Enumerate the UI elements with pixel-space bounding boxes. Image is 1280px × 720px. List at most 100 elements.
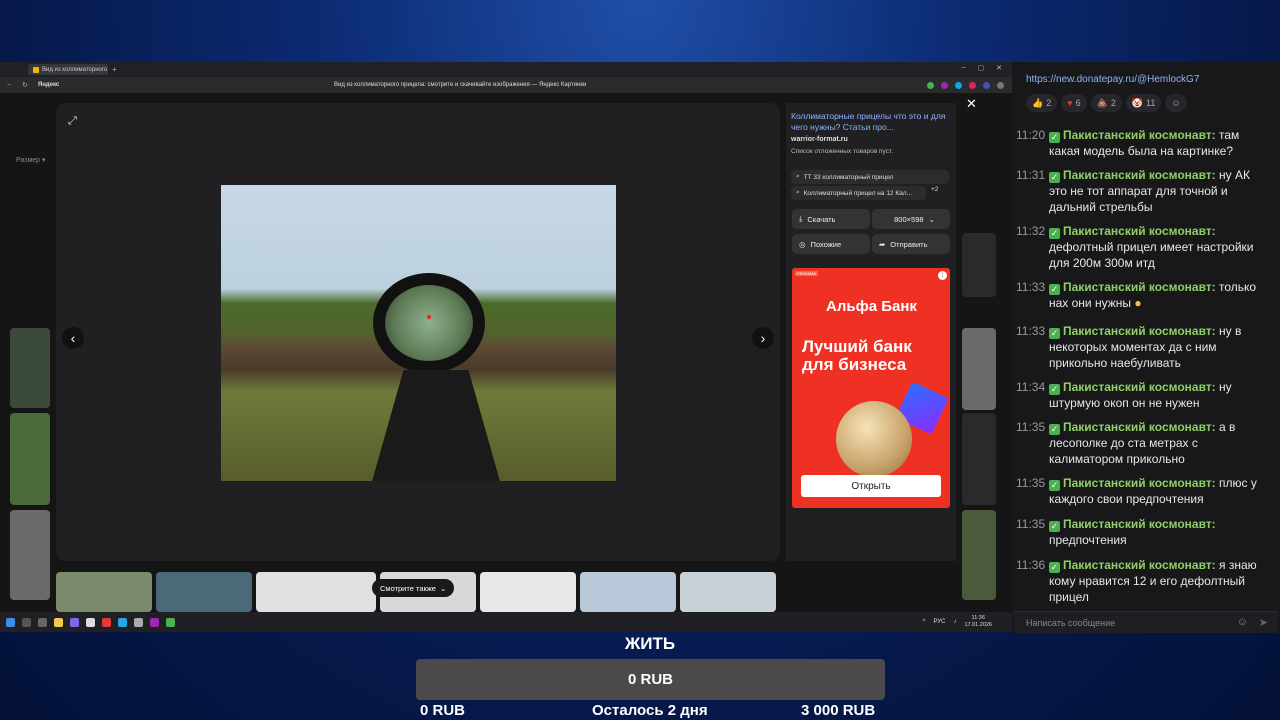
download-label: Скачать [807, 214, 836, 224]
verified-icon: ✓ [1049, 284, 1060, 295]
chrome-icon[interactable] [166, 617, 175, 627]
fullscreen-icon[interactable]: ⤢ [68, 115, 77, 128]
extension-icon[interactable] [983, 81, 990, 89]
close-viewer-icon[interactable]: ✕ [966, 96, 977, 112]
message-user[interactable]: Пакистанский космонавт: [1063, 420, 1216, 434]
minimize-icon[interactable]: – [962, 64, 966, 72]
app-icon[interactable] [134, 617, 143, 627]
goal-current-amount: 0 RUB [627, 671, 673, 688]
app-icon[interactable] [150, 617, 159, 627]
emoji-icon[interactable]: ☺ [1237, 616, 1248, 628]
yandex-favicon-icon [33, 66, 39, 73]
main-photo[interactable] [221, 185, 616, 481]
browser-tab[interactable]: Вид из коллиматорного [28, 64, 108, 75]
message-user[interactable]: Пакистанский космонавт: [1063, 224, 1216, 238]
background-thumbnail[interactable] [10, 510, 50, 600]
background-thumbnail[interactable] [962, 328, 996, 410]
source-title[interactable]: Коллиматорные прицелы что это и для чего… [791, 111, 946, 133]
message-user[interactable]: Пакистанский космонавт: [1063, 476, 1216, 490]
related-thumbnail[interactable] [156, 572, 252, 612]
prev-arrow-icon[interactable]: ‹ [62, 327, 84, 349]
add-reaction[interactable]: ☺ [1165, 94, 1187, 112]
next-arrow-icon[interactable]: › [752, 327, 774, 349]
source-site[interactable]: warrior-format.ru [791, 136, 848, 143]
related-thumbnail[interactable] [680, 572, 776, 612]
explorer-icon[interactable] [54, 617, 63, 627]
send-icon[interactable]: ➤ [1259, 616, 1268, 629]
reaction-clown[interactable]: 🤡 11 [1125, 94, 1162, 112]
reload-icon[interactable]: ↻ [22, 81, 28, 89]
task-view-icon[interactable] [38, 617, 47, 627]
tray-chevron-icon[interactable]: ^ [923, 619, 926, 625]
donation-link[interactable]: https://new.donatepay.ru/@HemlockG7 [1026, 74, 1199, 85]
red-dot [427, 315, 431, 319]
volume-icon[interactable]: ♪ [953, 619, 956, 625]
background-thumbnail[interactable] [962, 413, 996, 505]
message-time: 11:35 [1016, 420, 1046, 434]
app-icon[interactable] [102, 617, 111, 627]
reaction-count: 2 [1110, 98, 1116, 108]
resolution-select[interactable]: 800×598 ⌄ [872, 209, 950, 229]
share-button[interactable]: ➦ Отправить [872, 234, 950, 254]
extension-icon[interactable] [955, 81, 962, 89]
back-icon[interactable]: ← [6, 81, 13, 89]
reaction-heart[interactable]: ♥ 6 [1061, 94, 1087, 112]
related-thumbnail[interactable] [580, 572, 676, 612]
goal-progress-bar: 0 RUB [416, 659, 885, 700]
message-user[interactable]: Пакистанский космонавт: [1063, 280, 1216, 294]
message-user[interactable]: Пакистанский космонавт: [1063, 168, 1216, 182]
ad-slogan: Лучший банк для бизнеса [802, 337, 912, 374]
message-time: 11:20 [1016, 128, 1046, 142]
language-indicator[interactable]: РУС [933, 619, 945, 625]
start-icon[interactable] [6, 617, 15, 627]
related-thumbnail[interactable] [256, 572, 376, 612]
message-time: 11:36 [1016, 558, 1046, 572]
more-suggestions[interactable]: +2 [931, 186, 938, 193]
extension-icon[interactable] [941, 81, 948, 89]
size-filter[interactable]: Размер ▾ [16, 156, 46, 164]
app-icon[interactable] [118, 617, 127, 627]
maximize-icon[interactable]: ▢ [978, 64, 985, 72]
message-user[interactable]: Пакистанский космонавт: [1063, 517, 1216, 531]
chat-input[interactable]: Написать сообщение ☺ ➤ [1014, 611, 1278, 633]
goal-start-amount: 0 RUB [420, 702, 466, 719]
close-window-icon[interactable]: ✕ [996, 64, 1002, 72]
advertisement[interactable]: РЕКЛАМА ⋮ Альфа Банк Лучший банк для биз… [792, 268, 950, 508]
reaction-poop[interactable]: 💩 2 [1090, 94, 1122, 112]
background-thumbnail[interactable] [10, 328, 50, 408]
background-thumbnail[interactable] [10, 413, 50, 505]
suggestion-chip[interactable]: ⌕ Коллиматорный прицел на 12 Кал... [791, 186, 926, 200]
site-name[interactable]: Яндекс [38, 82, 59, 88]
nav-buttons: ← ↻ [6, 81, 28, 89]
message-user[interactable]: Пакистанский космонавт: [1063, 324, 1216, 338]
message-user[interactable]: Пакистанский космонавт: [1063, 558, 1216, 572]
download-button[interactable]: ⤓ Скачать [792, 209, 870, 229]
verified-icon: ✓ [1049, 562, 1060, 573]
similar-button[interactable]: ◎ Похожие [792, 234, 870, 254]
verified-icon: ✓ [1049, 172, 1060, 183]
clock[interactable]: 11:36 17.01.2026 [964, 615, 992, 629]
related-thumbnail[interactable] [56, 572, 152, 612]
reaction-like[interactable]: 👍 2 [1026, 94, 1058, 112]
see-also-button[interactable]: Смотрите также ⌄ [372, 579, 455, 597]
chevron-down-icon: ⌄ [928, 214, 935, 224]
app-icon[interactable] [70, 617, 79, 627]
extension-icon[interactable] [927, 81, 934, 89]
profile-icon[interactable] [997, 81, 1004, 89]
page-title-url[interactable]: Вид из коллиматорного прицела: смотрите … [334, 82, 734, 88]
message-user[interactable]: Пакистанский космонавт: [1063, 128, 1216, 142]
suggestion-chip[interactable]: ⌕ ТТ 33 коллиматорный прицел [791, 170, 949, 184]
extension-icon[interactable] [969, 81, 976, 89]
related-thumbnail[interactable] [480, 572, 576, 612]
ad-medal-image [836, 401, 912, 477]
ad-menu-icon[interactable]: ⋮ [938, 271, 947, 280]
new-tab-icon[interactable]: + [112, 65, 117, 74]
message-time: 11:31 [1016, 168, 1046, 182]
ad-open-button[interactable]: Открыть [801, 475, 941, 497]
background-thumbnail[interactable] [962, 510, 996, 600]
background-thumbnail[interactable] [962, 233, 996, 297]
yandex-browser-icon[interactable] [86, 617, 95, 627]
search-icon[interactable] [22, 617, 31, 627]
message-user[interactable]: Пакистанский космонавт: [1063, 380, 1216, 394]
message-time: 11:33 [1016, 324, 1046, 338]
